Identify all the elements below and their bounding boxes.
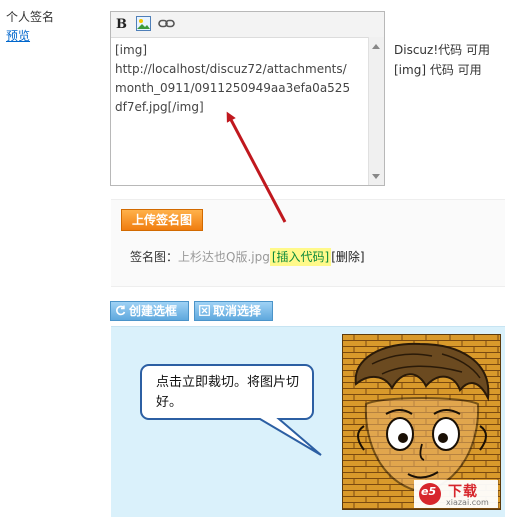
cancel-selection-label: 取消选择 xyxy=(213,304,262,318)
preview-link[interactable]: 预览 xyxy=(6,27,30,44)
signature-label: 个人签名 xyxy=(6,10,55,24)
insert-code-link[interactable]: [插入代码] xyxy=(269,248,332,266)
link-icon[interactable] xyxy=(158,16,175,33)
watermark-domain: xiazai.com xyxy=(446,498,489,507)
cancel-selection-button[interactable]: 取消选择 xyxy=(194,301,273,321)
delete-link[interactable]: [删除] xyxy=(331,250,364,264)
watermark-logo-mark: e5 xyxy=(421,485,437,498)
signature-file-prefix: 签名图： xyxy=(130,250,179,264)
scroll-down-icon[interactable] xyxy=(372,174,380,179)
image-icon[interactable] xyxy=(136,16,153,33)
callout-text: 点击立即裁切。将图片切好。 xyxy=(156,375,300,410)
create-selection-button[interactable]: 创建选框 xyxy=(110,301,189,321)
upload-signature-button[interactable]: 上传签名图 xyxy=(121,209,203,231)
annotation-arrow xyxy=(226,111,287,223)
signature-file-name: 上杉达也Q版.jpg xyxy=(178,250,270,264)
create-selection-label: 创建选框 xyxy=(129,304,178,318)
editor-scrollbar[interactable] xyxy=(368,37,384,185)
editor-toolbar: B xyxy=(111,12,384,38)
refresh-icon xyxy=(116,305,126,316)
cancel-icon xyxy=(199,305,210,316)
img-code-note: [img] 代码 可用 xyxy=(394,63,482,77)
scroll-up-icon[interactable] xyxy=(372,44,380,49)
signature-file-line: 签名图：上杉达也Q版.jpg [插入代码] [删除] xyxy=(130,248,365,266)
bold-icon[interactable]: B xyxy=(116,16,133,33)
discuz-code-note: Discuz!代码 可用 xyxy=(394,43,490,57)
